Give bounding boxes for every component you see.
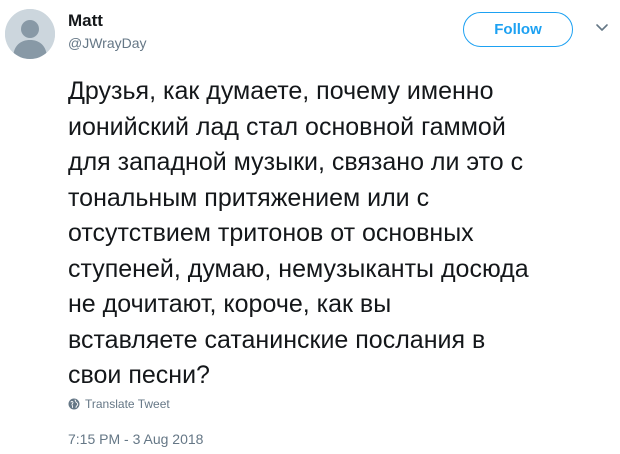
globe-icon xyxy=(68,398,80,410)
tweet-text: Друзья, как думаете, почему именно ионий… xyxy=(68,77,529,389)
author-handle[interactable]: @JWrayDay xyxy=(68,34,147,52)
chevron-down-icon xyxy=(596,24,608,31)
follow-button[interactable]: Follow xyxy=(463,12,573,47)
default-avatar-icon xyxy=(5,9,55,59)
tweet-timestamp[interactable]: 7:15 PM - 3 Aug 2018 xyxy=(68,430,203,448)
tweet-menu-button[interactable] xyxy=(594,22,610,34)
translate-label: Translate Tweet xyxy=(85,397,170,411)
author-name[interactable]: Matt xyxy=(68,11,103,31)
avatar[interactable] xyxy=(5,9,55,59)
translate-tweet-link[interactable]: Translate Tweet xyxy=(68,396,170,412)
